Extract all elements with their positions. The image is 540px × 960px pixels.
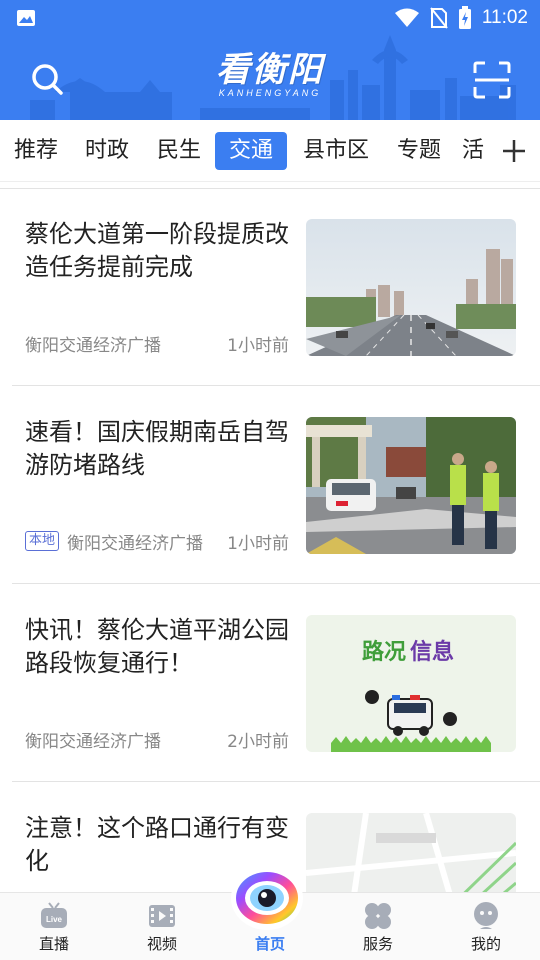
tab-topics[interactable]: 专题 — [389, 132, 449, 170]
traffic-info-graphic: 路况 信息 — [306, 615, 516, 752]
nav-video[interactable]: 视频 — [108, 893, 216, 960]
article-time: 1小时前 — [227, 533, 289, 554]
scan-button[interactable] — [472, 60, 512, 100]
tab-traffic[interactable]: 交通 — [215, 132, 287, 170]
logo-text: 看衡阳 — [216, 50, 324, 90]
nav-label: 服务 — [362, 935, 393, 953]
article-title[interactable]: 速看！国庆假期南岳自驾游防堵路线 — [25, 416, 293, 482]
nav-services[interactable]: 服务 — [324, 893, 432, 960]
nav-label: 首页 — [254, 935, 285, 953]
no-sim-icon — [430, 7, 448, 29]
article-source: 衡阳交通经济广播 — [25, 335, 161, 356]
battery-charging-icon — [458, 6, 471, 29]
article-item[interactable]: 速看！国庆假期南岳自驾游防堵路线 本地 衡阳交通经济广播 1小时前 — [12, 386, 540, 584]
nav-label: 我的 — [470, 935, 501, 953]
road-map-image — [306, 813, 516, 892]
tab-counties[interactable]: 县市区 — [296, 132, 376, 170]
article-thumbnail[interactable] — [306, 417, 516, 554]
plus-icon — [503, 140, 525, 162]
services-grid-icon — [365, 903, 391, 929]
article-thumbnail[interactable] — [306, 219, 516, 356]
live-badge-text: Live — [46, 915, 63, 924]
tab-politics[interactable]: 时政 — [77, 132, 137, 170]
image-notification-icon — [17, 10, 35, 26]
wifi-icon — [394, 8, 419, 27]
add-tab-button[interactable] — [500, 134, 528, 168]
thumb-text-road: 路况 — [362, 639, 406, 665]
article-meta: 衡阳交通经济广播 1小时前 — [25, 331, 289, 356]
logo-subtext: KANHENGYANG — [218, 88, 322, 98]
article-meta: 本地 衡阳交通经济广播 1小时前 — [25, 529, 289, 554]
news-feed[interactable]: 蔡伦大道第一阶段提质改造任务提前完成 衡阳交通经济广播 1小时前 速看！国庆假期… — [0, 188, 540, 892]
article-title[interactable]: 快讯！蔡伦大道平湖公园路段恢复通行！ — [25, 614, 293, 680]
thumb-text-info: 信息 — [410, 639, 454, 665]
article-item[interactable]: 快讯！蔡伦大道平湖公园路段恢复通行！ 衡阳交通经济广播 2小时前 路况 信息 — [12, 584, 540, 782]
eye-logo-icon[interactable] — [227, 862, 307, 932]
local-tag-badge: 本地 — [25, 531, 60, 551]
article-source: 衡阳交通经济广播 — [67, 533, 204, 554]
video-icon — [149, 905, 175, 927]
article-thumbnail[interactable]: 路况 信息 — [306, 615, 516, 752]
article-thumbnail[interactable] — [306, 813, 516, 892]
article-item[interactable]: 蔡伦大道第一阶段提质改造任务提前完成 衡阳交通经济广播 1小时前 — [12, 188, 540, 386]
tab-activity[interactable]: 活 — [462, 132, 490, 170]
tab-livelihood[interactable]: 民生 — [149, 132, 209, 170]
nav-profile[interactable]: 我的 — [432, 893, 540, 960]
article-source: 衡阳交通经济广播 — [25, 731, 161, 752]
nav-label: 直播 — [38, 935, 69, 953]
scan-icon — [473, 61, 511, 99]
article-time: 1小时前 — [227, 335, 289, 356]
status-bar: 11:02 — [0, 0, 540, 36]
article-meta: 衡阳交通经济广播 2小时前 — [25, 727, 289, 752]
road-city-photo — [306, 219, 516, 356]
search-button[interactable] — [28, 60, 68, 100]
status-time: 11:02 — [481, 7, 528, 28]
category-tabs: 推荐 时政 民生 交通 县市区 专题 活 — [0, 120, 540, 182]
article-time: 2小时前 — [227, 731, 289, 752]
article-title[interactable]: 蔡伦大道第一阶段提质改造任务提前完成 — [25, 218, 293, 284]
tab-track: 推荐 时政 民生 交通 县市区 专题 活 — [0, 120, 490, 182]
app-header: 11:02 看衡阳 KANHENGYANG — [0, 0, 540, 120]
tab-recommend[interactable]: 推荐 — [6, 132, 66, 170]
profile-icon — [474, 902, 498, 929]
search-icon — [32, 64, 63, 95]
nav-label: 视频 — [146, 935, 177, 953]
traffic-police-photo — [306, 417, 516, 554]
nav-live[interactable]: Live 直播 — [0, 893, 108, 960]
live-tv-icon: Live — [41, 902, 67, 928]
app-logo: 看衡阳 KANHENGYANG — [190, 50, 350, 98]
